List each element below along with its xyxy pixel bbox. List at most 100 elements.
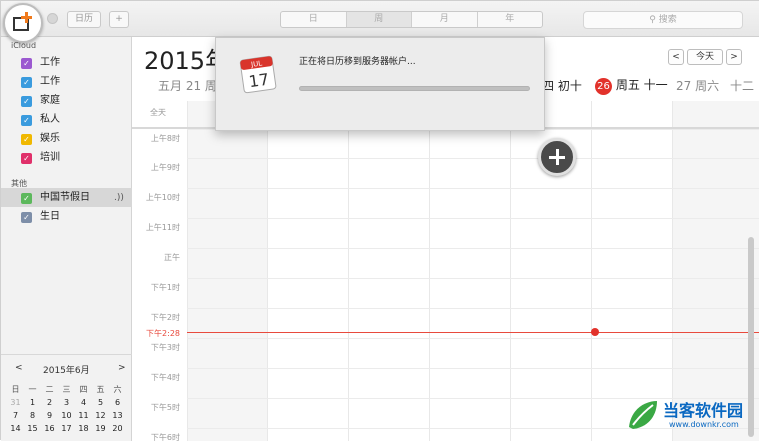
tab-week[interactable]: 周 [346, 12, 412, 27]
calendar-icon-month: JUL [250, 59, 263, 69]
hour-label: 上午9时 [150, 163, 180, 172]
mini-day[interactable]: 8 [24, 409, 41, 422]
hour-label: 下午3时 [150, 343, 180, 352]
mini-day[interactable]: 2 [41, 396, 58, 409]
add-event-button[interactable]: + [109, 11, 129, 28]
mini-prev-button[interactable]: < [15, 363, 23, 373]
next-week-button[interactable]: > [726, 49, 742, 65]
mini-calendar-grid: 日 一 二 三 四 五 六 31 1 2 3 4 5 6 7 8 9 10 11… [7, 383, 126, 435]
all-day-label: 全天 [150, 108, 166, 117]
mini-day[interactable]: 11 [75, 409, 92, 422]
weekday-label: 四 [79, 385, 88, 394]
hour-line [187, 308, 759, 309]
checkbox-icon[interactable]: ✓ [21, 134, 32, 145]
mini-day[interactable]: 6 [109, 396, 126, 409]
weekday-label: 五 [96, 385, 105, 394]
hour-line [187, 158, 759, 159]
mini-day[interactable]: 10 [58, 409, 75, 422]
migration-progress-dialog: JUL 17 正在将日历移到服务器帐户... [215, 37, 545, 131]
weekday-label: 日 [11, 385, 20, 394]
view-segmented-control: 日 周 月 年 [280, 11, 543, 28]
watermark-url: www.downkr.com [669, 420, 739, 429]
mini-day[interactable]: 31 [7, 396, 24, 409]
hour-label: 上午10时 [145, 193, 180, 202]
calendars-button[interactable]: 日历 [67, 11, 101, 28]
mini-day[interactable]: 4 [75, 396, 92, 409]
hour-label: 下午2时 [150, 313, 180, 322]
hour-line [187, 218, 759, 219]
day-header-today: 26 周五 十一 [595, 76, 668, 95]
calendar-app-icon: JUL 17 [239, 55, 277, 94]
today-badge: 26 [595, 78, 612, 95]
search-icon: ⚲ [649, 15, 656, 25]
checkbox-icon[interactable]: ✓ [21, 193, 32, 204]
calendar-window: 日历 + 日 周 月 年 ⚲ 搜索 iCloud ✓ 工作 ✓ 工作 ✓ 家庭 … [0, 0, 759, 441]
mini-day[interactable]: 12 [92, 409, 109, 422]
search-input[interactable]: ⚲ 搜索 [583, 11, 743, 29]
mini-day[interactable]: 19 [92, 422, 109, 435]
weekday-label: 一 [28, 385, 37, 394]
progress-bar [299, 86, 530, 91]
day-header-left: 五月 21 周 [158, 79, 217, 93]
mini-day[interactable]: 1 [24, 396, 41, 409]
mini-calendar-title: 2015年6月 [43, 366, 90, 376]
search-placeholder: 搜索 [658, 15, 677, 25]
checkbox-icon[interactable]: ✓ [21, 77, 32, 88]
mini-next-button[interactable]: > [118, 363, 126, 373]
hour-label: 正午 [164, 253, 180, 262]
checkbox-icon[interactable]: ✓ [21, 115, 32, 126]
hour-line [187, 188, 759, 189]
calendar-item-work-1[interactable]: ✓ 工作 [21, 55, 132, 71]
mini-day[interactable]: 17 [58, 422, 75, 435]
toolbar: 日历 + 日 周 月 年 ⚲ 搜索 [1, 1, 759, 37]
day-header-next: 十二 [730, 79, 755, 93]
mini-calendar: < 2015年6月 > 日 一 二 三 四 五 六 31 1 2 3 4 5 6… [1, 354, 132, 441]
mini-day[interactable]: 20 [109, 422, 126, 435]
hour-line [187, 248, 759, 249]
checkbox-icon[interactable]: ✓ [21, 58, 32, 69]
calendar-item-training[interactable]: ✓ 培训 [21, 150, 132, 166]
hour-line [187, 368, 759, 369]
watermark-logo: 当客软件园 www.downkr.com [623, 393, 759, 439]
calendar-item-private[interactable]: ✓ 私人 [21, 112, 132, 128]
hour-label: 下午1时 [150, 283, 180, 292]
checkbox-icon[interactable]: ✓ [21, 212, 32, 223]
zoom-window-button[interactable] [47, 13, 58, 24]
current-time-line [187, 332, 759, 333]
mini-day[interactable]: 16 [41, 422, 58, 435]
hour-label: 上午8时 [150, 134, 180, 143]
day-header-thursday: 四 初十 [542, 79, 582, 93]
hour-label: 上午11时 [145, 223, 180, 232]
weekday-label: 二 [45, 385, 54, 394]
prev-week-button[interactable]: < [668, 49, 684, 65]
checkbox-icon[interactable]: ✓ [21, 153, 32, 164]
new-window-badge-icon [3, 3, 43, 43]
subscription-signal-icon: .)) [114, 193, 124, 203]
today-button[interactable]: 今天 [687, 49, 723, 65]
mini-day[interactable]: 13 [109, 409, 126, 422]
tab-month[interactable]: 月 [412, 12, 478, 27]
mini-day[interactable]: 3 [58, 396, 75, 409]
calendar-item-entertainment[interactable]: ✓ 娱乐 [21, 131, 132, 147]
add-event-plus-icon[interactable] [538, 138, 576, 176]
calendar-item-china-holidays[interactable]: ✓ 中国节假日 .)) [21, 190, 132, 206]
weekday-label: 六 [113, 385, 122, 394]
tab-year[interactable]: 年 [478, 12, 543, 27]
mini-day[interactable]: 9 [41, 409, 58, 422]
calendar-item-family[interactable]: ✓ 家庭 [21, 93, 132, 109]
progress-message: 正在将日历移到服务器帐户... [299, 57, 416, 67]
checkbox-icon[interactable]: ✓ [21, 96, 32, 107]
day-header-saturday: 27 周六 [676, 79, 720, 93]
watermark-title: 当客软件园 [663, 401, 744, 420]
watermark-leaf-icon [629, 401, 657, 429]
mini-day[interactable]: 14 [7, 422, 24, 435]
mini-day[interactable]: 7 [7, 409, 24, 422]
sidebar: iCloud ✓ 工作 ✓ 工作 ✓ 家庭 ✓ 私人 ✓ 娱乐 ✓ 培训 其他 … [1, 37, 132, 441]
calendar-item-birthdays[interactable]: ✓ 生日 [21, 209, 132, 225]
mini-day[interactable]: 5 [92, 396, 109, 409]
calendar-icon-day: 17 [248, 70, 271, 92]
mini-day[interactable]: 15 [24, 422, 41, 435]
mini-day[interactable]: 18 [75, 422, 92, 435]
calendar-item-work-2[interactable]: ✓ 工作 [21, 74, 132, 90]
tab-day[interactable]: 日 [281, 12, 347, 27]
